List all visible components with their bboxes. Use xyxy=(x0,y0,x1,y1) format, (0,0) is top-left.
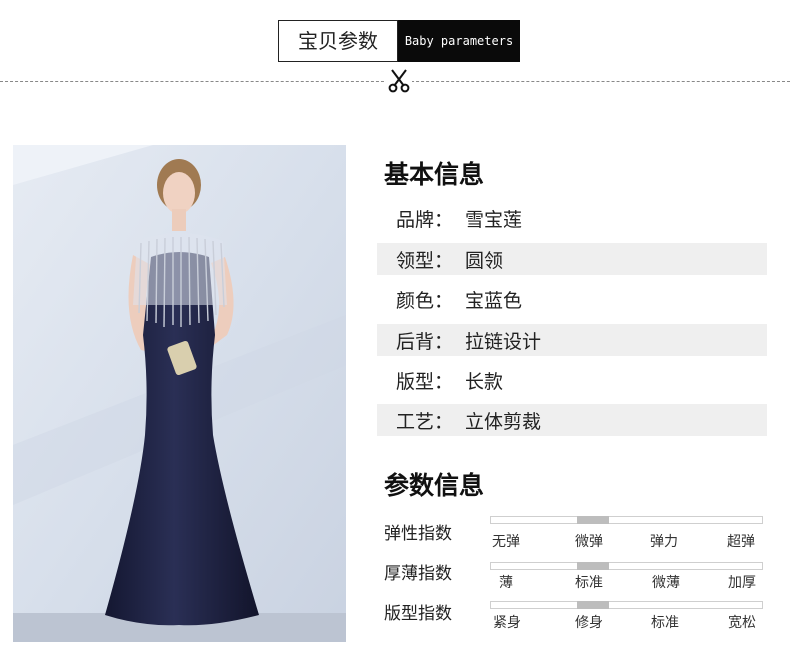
scissors-icon xyxy=(386,68,412,94)
scale-marker xyxy=(577,562,609,570)
info-row-color: 颜色： 宝蓝色 xyxy=(377,283,767,315)
info-row-craft: 工艺： 立体剪裁 xyxy=(377,404,767,436)
scale-option: 修身 xyxy=(575,615,603,631)
param-scale-fit xyxy=(490,601,763,609)
scale-option: 标准 xyxy=(575,575,603,591)
info-row-collar: 领型： 圆领 xyxy=(377,243,767,275)
info-key: 版型： xyxy=(396,370,454,393)
scale-option: 无弹 xyxy=(492,534,520,550)
info-row-brand: 品牌： 雪宝莲 xyxy=(377,202,767,234)
info-value: 长款 xyxy=(465,370,504,393)
param-options-fit: 紧身 修身 标准 宽松 xyxy=(490,612,763,631)
basic-info-title: 基本信息 xyxy=(384,160,485,189)
scale-option: 微薄 xyxy=(652,575,680,591)
info-value: 宝蓝色 xyxy=(465,289,523,312)
param-label-fit: 版型指数 xyxy=(384,604,452,624)
scale-option: 薄 xyxy=(499,575,513,591)
param-options-thickness: 薄 标准 微薄 加厚 xyxy=(490,572,763,591)
scale-option: 超弹 xyxy=(727,534,755,550)
info-value: 圆领 xyxy=(465,249,504,272)
params-title: 参数信息 xyxy=(384,471,485,500)
scale-marker xyxy=(577,601,609,609)
info-value: 立体剪裁 xyxy=(465,410,542,433)
info-row-back: 后背： 拉链设计 xyxy=(377,324,767,356)
param-label-elasticity: 弹性指数 xyxy=(384,524,452,544)
section-header: 宝贝参数 Baby parameters xyxy=(278,20,520,62)
param-options-elasticity: 无弹 微弹 弹力 超弹 xyxy=(490,531,763,550)
scale-option: 紧身 xyxy=(493,615,521,631)
scale-option: 宽松 xyxy=(728,615,756,631)
info-value: 拉链设计 xyxy=(465,330,542,353)
param-scale-thickness xyxy=(490,562,763,570)
header-title-cn: 宝贝参数 xyxy=(278,20,398,62)
scale-option: 加厚 xyxy=(728,575,756,591)
info-key: 领型： xyxy=(396,249,454,272)
param-label-thickness: 厚薄指数 xyxy=(384,564,452,584)
info-key: 后背： xyxy=(396,330,454,353)
scale-option: 微弹 xyxy=(575,534,603,550)
param-scale-elasticity xyxy=(490,516,763,524)
info-row-fit: 版型： 长款 xyxy=(377,364,767,396)
product-photo xyxy=(13,145,346,642)
info-value: 雪宝莲 xyxy=(465,208,523,231)
header-title-en: Baby parameters xyxy=(398,20,520,62)
scale-option: 标准 xyxy=(651,615,679,631)
info-key: 颜色： xyxy=(396,289,454,312)
scale-option: 弹力 xyxy=(650,534,678,550)
scale-marker xyxy=(577,516,609,524)
info-key: 品牌： xyxy=(396,208,454,231)
info-key: 工艺： xyxy=(396,410,454,433)
